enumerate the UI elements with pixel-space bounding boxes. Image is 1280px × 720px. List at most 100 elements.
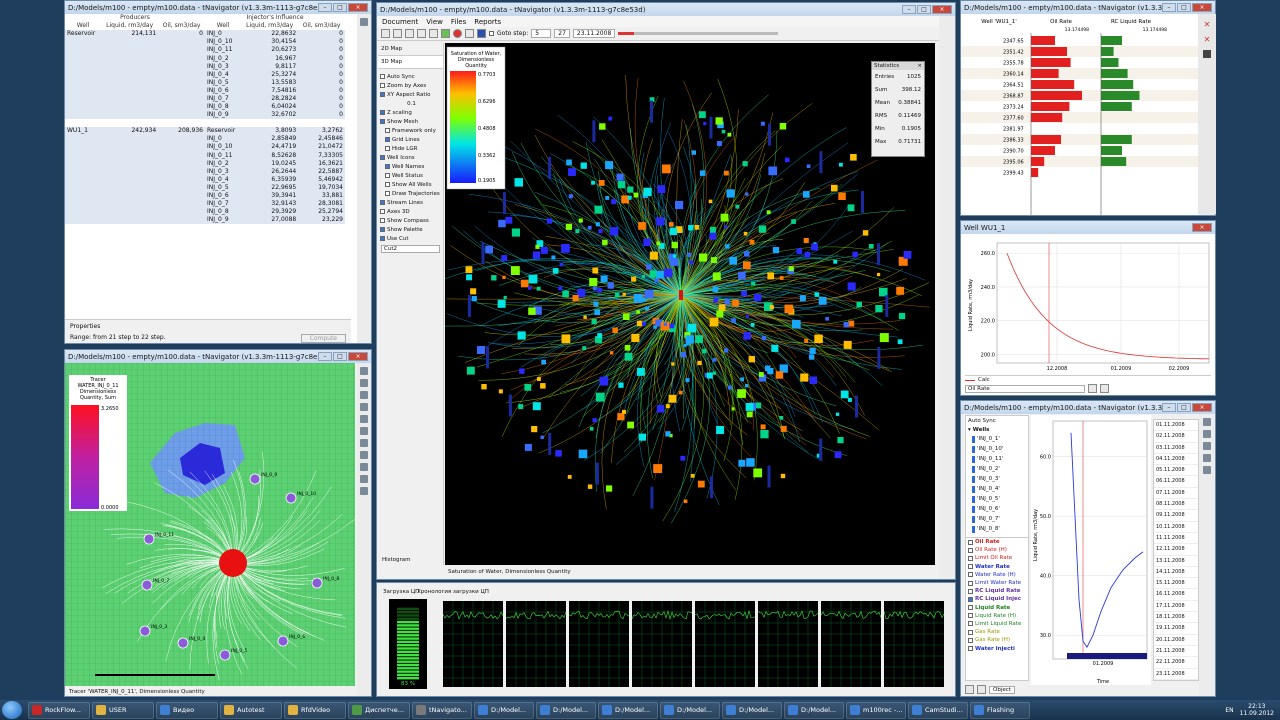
table-row[interactable]: INJ_0_10 30,4154 0 <box>65 38 345 47</box>
taskbar-item[interactable]: D:/Model... <box>784 701 844 719</box>
close-button[interactable]: × <box>932 5 952 14</box>
well-icon[interactable] <box>767 465 771 488</box>
tab-2d-map[interactable]: 2D Map <box>378 43 443 56</box>
option-checkbox[interactable]: Hide LGR <box>378 144 443 153</box>
close-button[interactable]: × <box>348 3 368 12</box>
checkbox[interactable] <box>380 92 385 97</box>
table-row[interactable]: WU1_1 242,934 208,936 Reservoir 3,8093 3,2762 <box>65 127 345 136</box>
table-row[interactable]: Reservoir 214,131 0 INJ_0 22,8632 0 <box>65 30 345 39</box>
option-checkbox[interactable]: Show Compass <box>378 216 443 225</box>
well-icon[interactable] <box>592 120 596 143</box>
well-icon[interactable] <box>885 295 889 317</box>
date-input[interactable]: 23.11.2008 <box>572 29 616 38</box>
parameter-item[interactable]: Limit Liquid Rate <box>966 620 1028 628</box>
date-item[interactable]: 23.11.2008 <box>1154 669 1198 680</box>
checkbox[interactable] <box>968 596 973 602</box>
checkbox[interactable] <box>968 555 973 561</box>
date-item[interactable]: 12.11.2008 <box>1154 544 1198 556</box>
date-item[interactable]: 22.11.2008 <box>1154 657 1198 669</box>
wells-group[interactable]: ▾ Wells <box>966 425 1028 434</box>
injector-well-icon[interactable] <box>139 625 151 637</box>
well-tree-item[interactable]: 'INJ_0_4' <box>966 484 1028 494</box>
parameter-item[interactable]: Limit Oil Rate <box>966 554 1028 562</box>
table-row[interactable]: INJ_0_7 28,2824 0 <box>65 94 345 104</box>
open-icon[interactable] <box>393 29 402 38</box>
refresh-icon[interactable] <box>441 29 450 38</box>
well-tree-item[interactable]: 'INJ_0_3' <box>966 474 1028 484</box>
record-icon[interactable] <box>453 29 462 38</box>
checkbox[interactable] <box>968 605 973 611</box>
parameter-item[interactable]: Oil Rate (H) <box>966 546 1028 554</box>
window-titlebar[interactable]: Well WU1_1 × <box>961 221 1215 234</box>
tool-icon[interactable] <box>977 685 986 694</box>
center-well-icon[interactable] <box>679 290 683 300</box>
menu-view[interactable]: View <box>426 18 443 26</box>
well-icon[interactable] <box>877 243 880 266</box>
chart-select[interactable]: Oil Rate <box>965 384 1085 393</box>
taskbar-item[interactable]: Autotest <box>220 701 282 719</box>
checkbox[interactable] <box>380 155 385 160</box>
well-icon[interactable] <box>768 123 771 146</box>
clock-date[interactable]: 11.09.2012 <box>1240 710 1274 717</box>
window-titlebar[interactable]: D:/Models/m100 - empty/m100.data - tNavi… <box>65 1 371 14</box>
close-icon[interactable]: × <box>917 63 922 69</box>
date-item[interactable]: 18.11.2008 <box>1154 612 1198 624</box>
parameter-item[interactable]: Water Rate <box>966 563 1028 571</box>
maximize-button[interactable]: □ <box>333 3 347 12</box>
checkbox[interactable] <box>380 200 385 205</box>
parameter-item[interactable]: Limit Water Rate <box>966 579 1028 587</box>
checkbox[interactable] <box>380 74 385 79</box>
well-icon[interactable] <box>650 486 654 509</box>
tool-icon[interactable] <box>360 427 368 435</box>
tool-icon[interactable] <box>1100 384 1109 393</box>
checkbox[interactable] <box>385 137 390 142</box>
checkbox[interactable] <box>385 164 390 169</box>
parameter-item[interactable]: Gas Rate <box>966 628 1028 636</box>
table-row[interactable]: INJ_0 2,85849 2,45846 <box>65 135 345 144</box>
date-item[interactable]: 15.11.2008 <box>1154 578 1198 590</box>
well-icon[interactable] <box>595 462 599 485</box>
date-item[interactable]: 07.11.2008 <box>1154 488 1198 500</box>
injection-rate-chart[interactable]: Liquid Rate, rm3/day 01.2009 Time 60.0 50… <box>1031 415 1151 685</box>
well-icon[interactable] <box>548 157 552 179</box>
option-checkbox[interactable]: Grid Lines <box>378 135 443 144</box>
3d-map-view[interactable]: Saturation of Water, Dimensionless Quant… <box>445 43 935 565</box>
date-item[interactable]: 14.11.2008 <box>1154 567 1198 579</box>
date-item[interactable]: 21.11.2008 <box>1154 646 1198 658</box>
checkbox[interactable] <box>380 110 385 115</box>
well-icon[interactable] <box>709 116 713 139</box>
date-item[interactable]: 17.11.2008 <box>1154 601 1198 613</box>
tool-icon[interactable] <box>360 451 368 459</box>
object-select[interactable]: Object <box>989 685 1015 694</box>
language-indicator[interactable]: EN <box>1225 707 1233 714</box>
tab-3d-map[interactable]: 3D Map <box>378 56 443 69</box>
tool-icon[interactable] <box>360 391 368 399</box>
taskbar-item[interactable]: USER <box>92 701 154 719</box>
checkbox[interactable] <box>968 621 973 627</box>
save-icon[interactable] <box>417 29 426 38</box>
checkbox[interactable] <box>385 146 390 151</box>
step-input[interactable]: 27 <box>554 29 570 38</box>
cut-select[interactable]: Cut2 <box>381 245 440 253</box>
checkbox[interactable] <box>385 128 390 133</box>
well-tree-item[interactable]: 'INJ_0_6' <box>966 504 1028 514</box>
option-checkbox[interactable]: Show All Wells <box>378 180 443 189</box>
option-checkbox[interactable]: Z scaling <box>378 108 443 117</box>
checkbox[interactable] <box>968 539 973 545</box>
well-icon[interactable] <box>486 346 489 369</box>
tool-icon[interactable] <box>360 379 368 387</box>
table-row[interactable]: INJ_0_9 32,6702 0 <box>65 111 345 120</box>
parameter-item[interactable]: Water Rate (H) <box>966 571 1028 579</box>
taskbar-item[interactable]: D:/Model... <box>598 701 658 719</box>
statistics-panel[interactable]: Statistics × Entries 1025 Sum 398.12 Mean 0.3… <box>871 61 925 157</box>
date-item[interactable]: 10.11.2008 <box>1154 522 1198 533</box>
table-row[interactable]: INJ_0_8 29,3929 25,2794 <box>65 208 345 217</box>
checkbox[interactable] <box>385 182 390 187</box>
option-checkbox[interactable]: Zoom by Axes <box>378 81 443 90</box>
checkbox[interactable] <box>385 191 390 196</box>
checkbox[interactable] <box>968 629 973 635</box>
start-button[interactable] <box>2 701 22 719</box>
option-checkbox[interactable]: Draw Trajectories <box>378 189 443 198</box>
table-row[interactable]: INJ_0_9 27,0088 23,229 <box>65 216 345 225</box>
window-titlebar[interactable]: D:/Models/m100 - empty/m100.data - tNavi… <box>961 1 1215 14</box>
